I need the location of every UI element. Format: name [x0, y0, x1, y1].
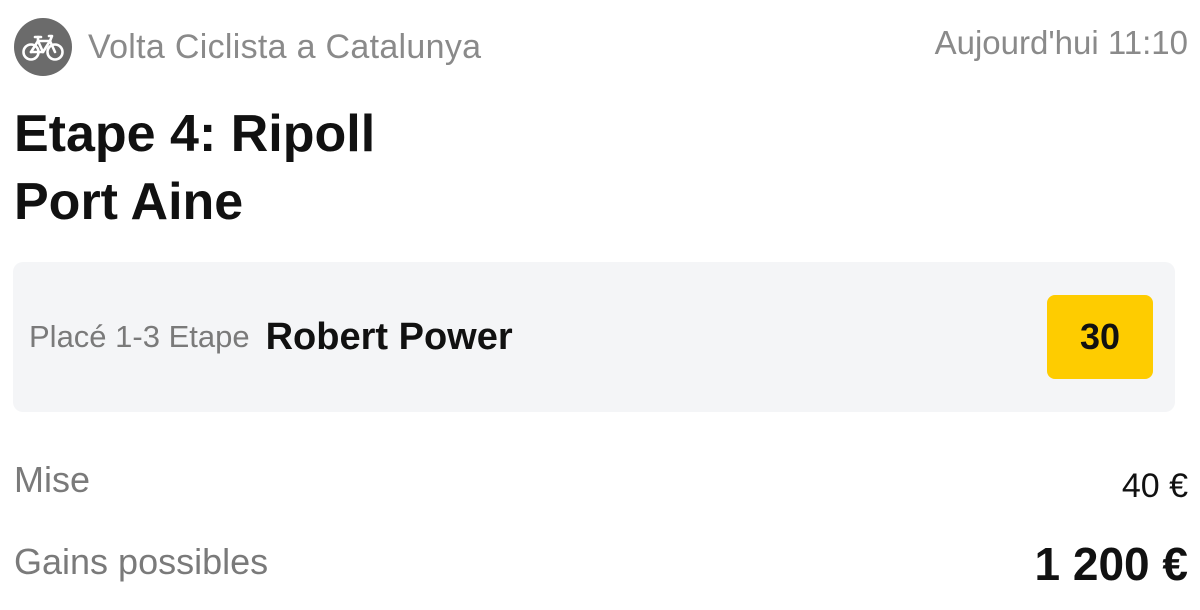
stake-label: Mise — [14, 459, 91, 500]
potential-win-value: 1 200 € — [1034, 538, 1188, 590]
competition-name: Volta Ciclista a Catalunya — [88, 27, 482, 66]
event-title[interactable]: Etape 4: Ripoll Port Aine — [14, 100, 375, 236]
odds-badge: 30 — [1047, 295, 1153, 379]
competition-info: Volta Ciclista a Catalunya — [14, 18, 481, 76]
stake-value: 40 € — [1121, 466, 1188, 505]
bicycle-icon — [14, 18, 72, 76]
potential-win-row: Gains possibles 1 200 € — [14, 532, 1188, 592]
bet-header: Volta Ciclista a Catalunya Aujourd'hui 1… — [14, 18, 1188, 76]
bet-selection: Placé 1-3 Etape Robert Power 30 — [13, 262, 1175, 412]
stake-row: Mise 40 € — [14, 452, 1188, 508]
bet-card: Volta Ciclista a Catalunya Aujourd'hui 1… — [0, 0, 1200, 610]
market-label: Placé 1-3 Etape — [29, 319, 250, 354]
potential-win-label: Gains possibles — [14, 541, 269, 582]
event-datetime: Aujourd'hui 11:10 — [934, 24, 1188, 61]
selection-name: Robert Power — [265, 315, 513, 358]
